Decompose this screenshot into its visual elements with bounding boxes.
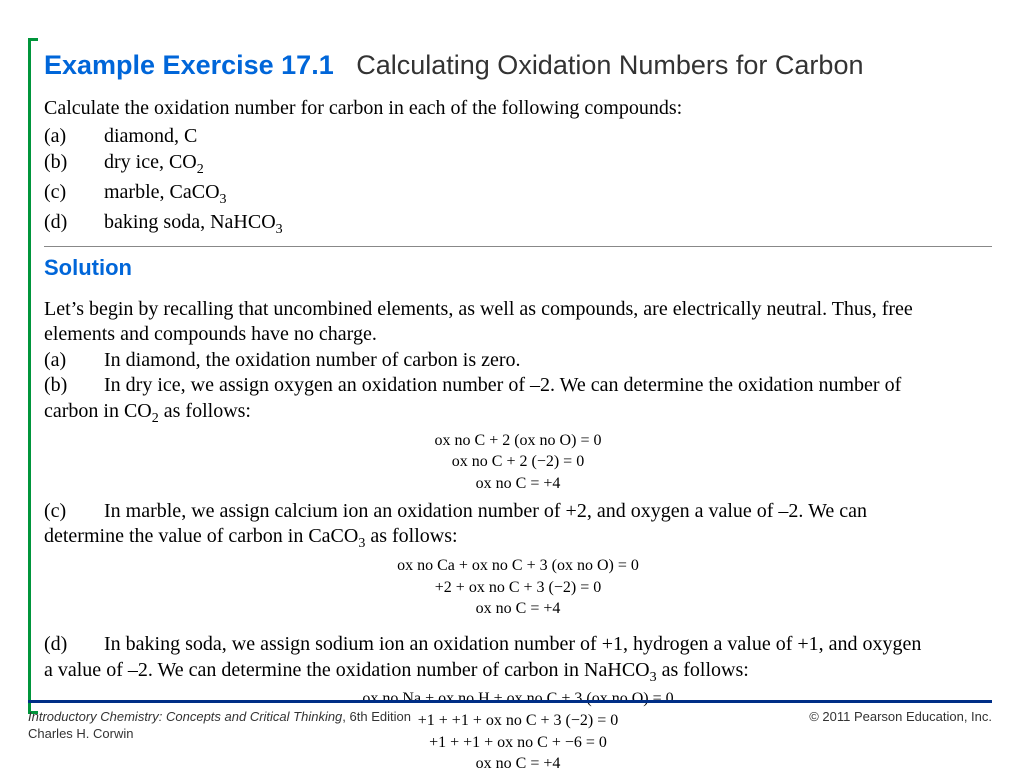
book-title: Introductory Chemistry: Concepts and Cri…	[28, 709, 342, 724]
math-line: ox no C = +4	[44, 473, 992, 495]
options-list: (a) diamond, C (b) dry ice, CO2 (c) marb…	[44, 123, 992, 240]
part-d-line2: a value of –2. We can determine the oxid…	[44, 658, 992, 687]
exercise-topic: Calculating Oxidation Numbers for Carbon	[356, 50, 863, 80]
content-area: Example Exercise 17.1 Calculating Oxidat…	[44, 30, 992, 775]
option-text: baking soda, NaHCO3	[104, 209, 283, 239]
option-text: marble, CaCO3	[104, 179, 227, 209]
footer-book: Introductory Chemistry: Concepts and Cri…	[28, 709, 411, 724]
solution-heading: Solution	[44, 255, 992, 281]
footer-row: Introductory Chemistry: Concepts and Cri…	[28, 709, 992, 724]
exercise-label: Example Exercise 17.1	[44, 50, 334, 80]
part-c-line1: (c)In marble, we assign calcium ion an o…	[44, 499, 992, 525]
option-b: (b) dry ice, CO2	[44, 149, 992, 179]
option-label: (c)	[44, 179, 104, 209]
intro-line: Let’s begin by recalling that uncombined…	[44, 297, 992, 323]
option-text: dry ice, CO2	[104, 149, 204, 179]
option-text: diamond, C	[104, 123, 197, 149]
book-edition: , 6th Edition	[342, 709, 411, 724]
math-line: +2 + ox no C + 3 (−2) = 0	[44, 577, 992, 599]
part-d-line1: (d)In baking soda, we assign sodium ion …	[44, 632, 992, 658]
math-b: ox no C + 2 (ox no O) = 0 ox no C + 2 (−…	[44, 430, 992, 495]
intro-line: elements and compounds have no charge.	[44, 322, 992, 348]
math-line: ox no C + 2 (ox no O) = 0	[44, 430, 992, 452]
content-bracket	[28, 38, 38, 714]
math-line: ox no Ca + ox no C + 3 (ox no O) = 0	[44, 555, 992, 577]
divider	[44, 246, 992, 247]
option-a: (a) diamond, C	[44, 123, 992, 149]
math-c: ox no Ca + ox no C + 3 (ox no O) = 0 +2 …	[44, 555, 992, 620]
option-label: (b)	[44, 149, 104, 179]
footer-divider	[28, 700, 992, 703]
part-a: (a)In diamond, the oxidation number of c…	[44, 348, 992, 374]
footer-author: Charles H. Corwin	[28, 726, 992, 741]
part-b-line2: carbon in CO2 as follows:	[44, 399, 992, 428]
option-c: (c) marble, CaCO3	[44, 179, 992, 209]
option-label: (d)	[44, 209, 104, 239]
exercise-title: Example Exercise 17.1 Calculating Oxidat…	[44, 50, 992, 81]
math-line: ox no C = +4	[44, 753, 992, 775]
math-line: ox no C = +4	[44, 598, 992, 620]
option-d: (d) baking soda, NaHCO3	[44, 209, 992, 239]
prompt-text: Calculate the oxidation number for carbo…	[44, 95, 992, 121]
part-b-line1: (b)In dry ice, we assign oxygen an oxida…	[44, 373, 992, 399]
part-c-line2: determine the value of carbon in CaCO3 a…	[44, 524, 992, 553]
spacer	[44, 624, 992, 632]
footer-copyright: © 2011 Pearson Education, Inc.	[809, 709, 992, 724]
option-label: (a)	[44, 123, 104, 149]
math-line: ox no C + 2 (−2) = 0	[44, 451, 992, 473]
footer: Introductory Chemistry: Concepts and Cri…	[28, 700, 992, 741]
